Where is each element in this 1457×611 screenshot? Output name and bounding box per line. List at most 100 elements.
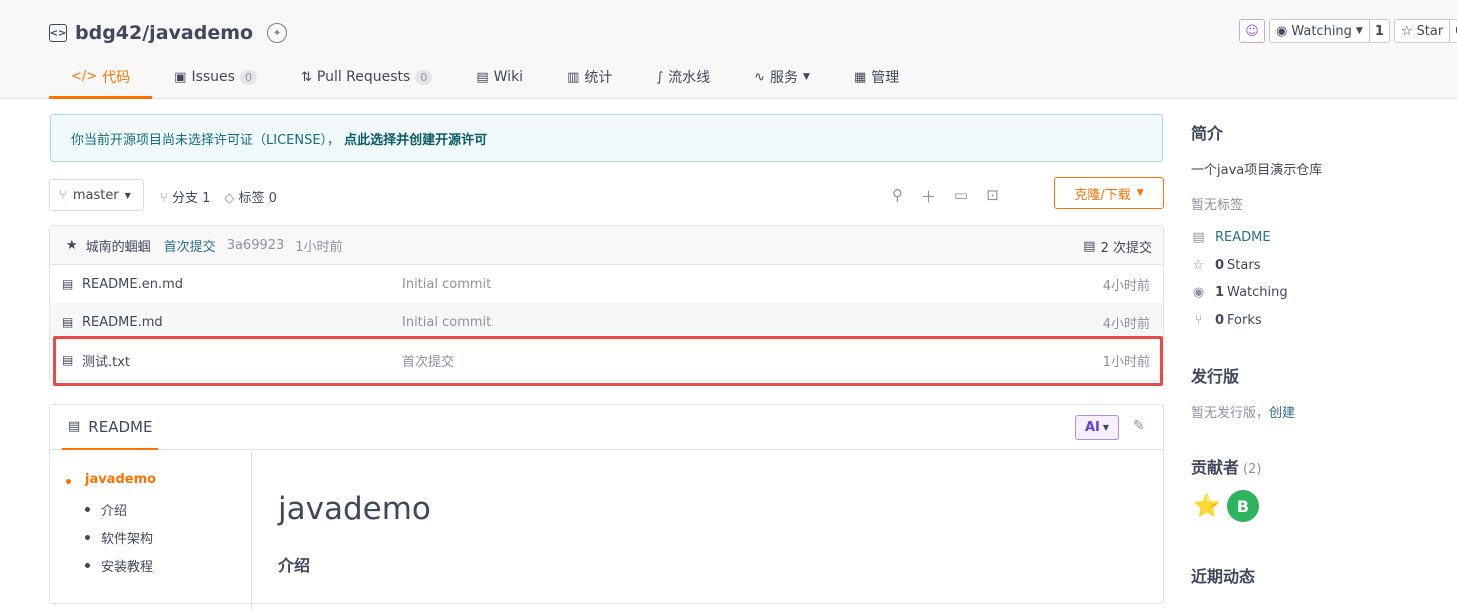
tab-count-badge: 0 (415, 69, 433, 85)
branch-select[interactable]: ⑂ master ▼ (49, 179, 144, 211)
star-button[interactable]: ☆Star 0 (1393, 19, 1457, 43)
verified-badge-icon[interactable]: ✦ (267, 23, 288, 43)
stars-label: Stars (1227, 258, 1261, 273)
commit-sha[interactable]: 3a69923 (227, 238, 285, 253)
file-name[interactable]: README.en.md (82, 277, 183, 292)
monitor-icon[interactable]: ▭ (954, 186, 968, 207)
caret-down-icon: ▼ (124, 190, 131, 200)
contributors-list: ⭐ B (1191, 490, 1259, 522)
tab-stats[interactable]: ▥ 统计 (545, 57, 634, 97)
web-ide-icon[interactable]: ⊡ (986, 186, 999, 207)
repo-actions: ☺ ◉Watching▼ 1 ☆Star 0 (1239, 19, 1457, 43)
star-label: Star (1416, 23, 1444, 39)
toc-item[interactable]: 介绍 (101, 500, 127, 519)
file-commit-message[interactable]: Initial commit (402, 315, 491, 330)
tab-label: 管理 (871, 70, 900, 86)
branches-label: 分支 1 (171, 191, 211, 206)
file-row[interactable]: ▤ 测试.txt 首次提交 1小时前 (50, 341, 1163, 379)
branch-icon: ⑂ (59, 187, 67, 203)
star-count[interactable]: 0 (1449, 20, 1457, 42)
create-release-link[interactable]: 创建 (1269, 406, 1295, 421)
recent-activity-title: 近期动态 (1191, 567, 1256, 586)
file-name[interactable]: 测试.txt (82, 351, 130, 370)
stars-count: 0 (1215, 258, 1225, 273)
forks-stat[interactable]: ⑂ 0 Forks (1191, 313, 1262, 328)
tags-link[interactable]: ◇ 标签 0 (224, 187, 277, 206)
release-title: 发行版 (1191, 367, 1240, 386)
file-commit-message[interactable]: 首次提交 (402, 351, 454, 370)
latest-commit-bar: ★ 城南的蝈蝈 首次提交 3a69923 1小时前 ▤ 2 次提交 (50, 226, 1163, 265)
tab-pull-requests[interactable]: ⇅ Pull Requests 0 (279, 57, 454, 97)
toc-bullet (85, 563, 90, 568)
toc-item[interactable]: javademo (85, 472, 156, 487)
forks-count: 0 (1215, 313, 1225, 328)
tab-code[interactable]: </> 代码 (49, 57, 153, 99)
repo-toolbar: ⑂ master ▼ ⑂ 分支 1 ◇ 标签 0 ⚲ ＋ ▭ ⊡ 克隆/下载 ▼ (49, 177, 1164, 211)
tab-manage[interactable]: ▦ 管理 (832, 57, 921, 97)
author-avatar[interactable]: ★ (66, 238, 78, 253)
tab-issues[interactable]: ▣ Issues 0 (152, 57, 279, 97)
code-bracket-icon: <> (49, 24, 67, 42)
clone-download-label: 克隆/下载 (1074, 187, 1131, 203)
toc-item[interactable]: 软件架构 (101, 528, 153, 547)
readme-tab[interactable]: ▤ README (62, 405, 159, 450)
search-icon[interactable]: ⚲ (892, 186, 903, 207)
create-license-link[interactable]: 点此选择并创建开源许可 (344, 129, 487, 148)
tab-pipeline[interactable]: ∫ 流水线 (634, 57, 732, 97)
commits-count: 2 次提交 (1100, 241, 1152, 256)
ai-label: AI (1084, 420, 1100, 435)
settings-doc-icon: ▦ (853, 69, 867, 85)
readme-link-label: README (1215, 230, 1271, 245)
repo-tabs: </> 代码 ▣ Issues 0 ⇅ Pull Requests 0 ▤ Wi… (49, 57, 921, 99)
bot-button[interactable]: ☺ (1239, 19, 1265, 43)
document-icon: ▤ (68, 419, 81, 434)
watching-stat[interactable]: ◉ 1 Watching (1191, 285, 1288, 300)
file-commit-message[interactable]: Initial commit (402, 277, 491, 292)
toc-bullet (85, 535, 90, 540)
toc-item[interactable]: 安装教程 (101, 556, 153, 575)
tab-label: Pull Requests (316, 69, 411, 85)
commit-message[interactable]: 首次提交 (164, 236, 216, 255)
tab-label: Issues (191, 69, 235, 85)
file-time: 4小时前 (1102, 316, 1150, 332)
branch-name: master (72, 187, 119, 203)
wiki-icon: ▤ (476, 69, 489, 85)
watching-label: Watching (1227, 285, 1288, 300)
clone-download-button[interactable]: 克隆/下载 ▼ (1054, 177, 1164, 209)
commit-author[interactable]: 城南的蝈蝈 (86, 236, 151, 255)
readme-header: ▤ README AI ▼ ✎ (50, 405, 1163, 450)
tags-label: 标签 0 (238, 191, 277, 206)
robot-icon: ☺ (1245, 23, 1259, 39)
ai-assistant-button[interactable]: AI ▼ (1075, 415, 1119, 440)
plus-icon[interactable]: ＋ (921, 186, 936, 207)
file-row[interactable]: ▤ README.md Initial commit 4小时前 (50, 303, 1163, 341)
stars-stat[interactable]: ☆ 0 Stars (1191, 258, 1261, 273)
file-name[interactable]: README.md (82, 315, 163, 330)
branches-link[interactable]: ⑂ 分支 1 (160, 187, 210, 206)
commits-link[interactable]: ▤ 2 次提交 (1083, 237, 1152, 256)
watch-count[interactable]: 1 (1368, 20, 1389, 42)
tag-icon: ◇ (224, 191, 235, 206)
tab-wiki[interactable]: ▤ Wiki (454, 57, 545, 97)
repo-name[interactable]: bdg42/javademo (75, 22, 253, 44)
edit-icon[interactable]: ✎ (1133, 418, 1145, 434)
branch-icon: ⑂ (160, 191, 168, 206)
repo-meta: ⑂ 分支 1 ◇ 标签 0 (160, 187, 277, 206)
caret-down-icon: ▼ (1355, 26, 1363, 36)
file-time: 4小时前 (1102, 278, 1150, 294)
readme-link[interactable]: ▤ README (1191, 230, 1271, 245)
watch-label: Watching (1291, 23, 1352, 39)
pipeline-icon: ∫ (656, 69, 664, 85)
tab-label: 统计 (584, 70, 613, 86)
contributors-title: 贡献者 (2) (1191, 454, 1261, 478)
contributor-avatar-b[interactable]: B (1227, 490, 1259, 522)
file-row[interactable]: ▤ README.en.md Initial commit 4小时前 (50, 265, 1163, 303)
toolbar-icons: ⚲ ＋ ▭ ⊡ (892, 186, 999, 207)
caret-down-icon: ▼ (1102, 423, 1110, 432)
watch-button[interactable]: ◉ Watching ▼ 1 (1269, 19, 1390, 43)
file-icon: ▤ (62, 277, 74, 291)
contributor-avatar-starfish[interactable]: ⭐ (1191, 490, 1223, 522)
tab-services[interactable]: ∿ 服务 ▼ (732, 57, 832, 97)
readme-panel: ▤ README AI ▼ ✎ javademo 介绍 软件架构 安装教程 ja… (49, 404, 1164, 611)
readme-toc: javademo 介绍 软件架构 安装教程 (50, 451, 252, 611)
